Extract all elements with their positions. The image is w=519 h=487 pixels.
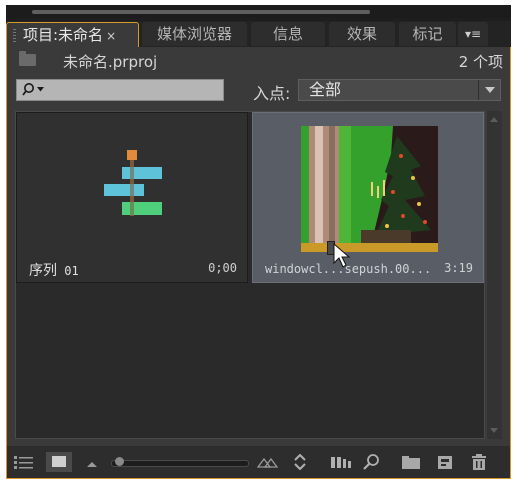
item-grid: 序列 01 0;00 windowcl...sepush.00... 3:19: [15, 111, 485, 439]
tab-info[interactable]: 信息: [251, 22, 325, 46]
tab-project-label: 项目:未命名: [23, 26, 104, 44]
zoom-in-icon[interactable]: [257, 454, 279, 470]
chevron-down-icon[interactable]: [478, 80, 500, 100]
in-point-value: 全部: [309, 80, 342, 99]
tab-markers[interactable]: 标记: [399, 22, 456, 46]
scroll-down-icon[interactable]: [490, 428, 498, 433]
sequence-icon: [104, 150, 162, 216]
item-count: 2 个项: [458, 53, 503, 71]
top-scroll-thumb[interactable]: [32, 10, 370, 14]
tab-markers-label: 标记: [412, 25, 443, 43]
panel-top-scrollbar[interactable]: [6, 5, 511, 18]
tab-effects[interactable]: 效果: [329, 22, 395, 46]
sequence-duration: 0;00: [208, 261, 237, 275]
sequence-name: 序列 01: [29, 260, 79, 280]
video-clip-item[interactable]: windowcl...sepush.00... 3:19: [252, 112, 484, 283]
project-content: 未命名.prproj 2 个项 入点: 全部 序列 01 0;00 window…: [6, 47, 511, 479]
zoom-out-icon[interactable]: [85, 454, 99, 470]
bottom-toolbar: [7, 446, 510, 479]
project-file-name: 未命名.prproj: [63, 53, 158, 71]
sequence-item[interactable]: 序列 01 0;00: [16, 112, 248, 283]
clip-name: windowcl...sepush.00...: [265, 262, 432, 276]
delete-icon[interactable]: [470, 454, 488, 470]
tab-bar: 项目:未命名 × 媒体浏览器 信息 效果 标记 ▾≡: [6, 21, 511, 47]
clip-playbar[interactable]: [301, 243, 438, 252]
in-point-label: 入点:: [253, 84, 291, 103]
new-item-icon[interactable]: [436, 454, 454, 470]
list-view-icon[interactable]: [13, 454, 35, 470]
video-thumbnail: [301, 126, 438, 245]
tab-close-icon[interactable]: ×: [106, 29, 116, 43]
search-row: 入点: 全部: [7, 79, 510, 103]
project-info-row: 未命名.prproj 2 个项: [7, 47, 510, 73]
icon-view-icon[interactable]: [46, 452, 72, 472]
tab-effects-label: 效果: [346, 25, 377, 43]
tab-info-label: 信息: [272, 25, 303, 43]
scroll-up-icon[interactable]: [490, 117, 498, 122]
new-bin-icon[interactable]: [401, 454, 421, 470]
panel-menu-icon[interactable]: ▾≡: [458, 22, 488, 46]
zoom-slider[interactable]: [111, 460, 249, 467]
bin-folder-icon: [19, 51, 36, 66]
zoom-slider-knob[interactable]: [115, 457, 124, 466]
tab-media-browser-label: 媒体浏览器: [156, 25, 232, 43]
search-icon[interactable]: [21, 82, 49, 98]
clip-duration: 3:19: [444, 261, 473, 275]
panel-grip-icon[interactable]: [13, 29, 16, 42]
tab-media-browser[interactable]: 媒体浏览器: [142, 22, 247, 46]
find-icon[interactable]: [363, 454, 381, 470]
sequence-name-text: 序列: [29, 263, 57, 279]
vertical-scrollbar[interactable]: [486, 111, 502, 439]
sort-icon[interactable]: [293, 454, 307, 470]
sequence-name-number: 01: [57, 264, 79, 278]
in-point-select[interactable]: 全部: [298, 79, 501, 101]
tab-project[interactable]: 项目:未命名 ×: [6, 22, 139, 47]
automate-to-sequence-icon[interactable]: [330, 454, 352, 470]
search-input[interactable]: [16, 79, 224, 101]
project-panel: 项目:未命名 × 媒体浏览器 信息 效果 标记 ▾≡ 未命名.prproj 2 个…: [6, 5, 511, 479]
